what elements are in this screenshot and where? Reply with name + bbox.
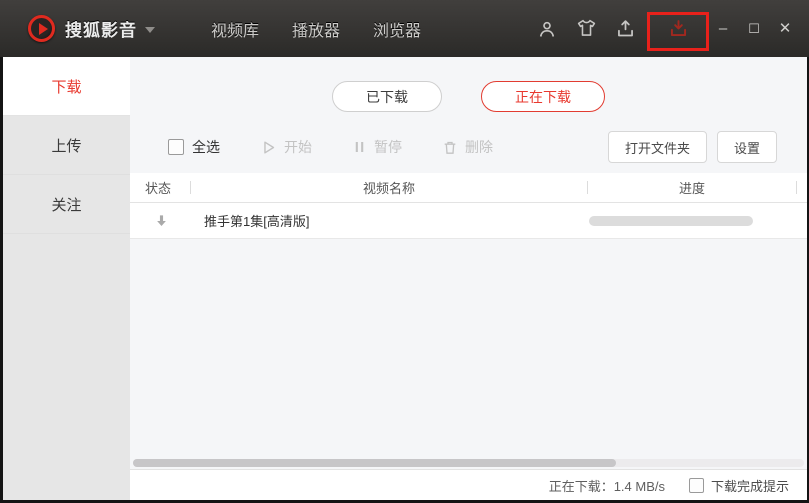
titlebar-icons (536, 18, 703, 40)
notify-group[interactable]: 下载完成提示 (688, 476, 789, 495)
notify-checkbox[interactable] (688, 477, 704, 493)
trash-icon (444, 141, 456, 154)
app-window: 搜狐影音 视频库 播放器 浏览器 – ☐ ✕ 下载 上传 关注 已下载 正在下载… (0, 0, 809, 503)
column-header-name: 视频名称 (362, 181, 415, 196)
column-header-status: 状态 (145, 181, 172, 196)
tab-downloaded[interactable]: 已下载 (332, 81, 442, 112)
sidebar-item-download[interactable]: 下载 (3, 57, 130, 116)
open-folder-button[interactable]: 打开文件夹 (607, 131, 707, 163)
titlebar: 搜狐影音 视频库 播放器 浏览器 – ☐ ✕ (0, 0, 809, 57)
download-manager-icon[interactable] (667, 18, 689, 40)
download-row[interactable]: 推手第1集[高清版] (130, 203, 807, 239)
user-icon[interactable] (536, 18, 558, 40)
pause-button[interactable]: 暂停 (352, 137, 402, 157)
horizontal-scrollbar (130, 457, 807, 469)
table-header: 状态 视频名称 进度 (130, 173, 807, 203)
statusbar: 正在下载：1.4 MB/s 下载完成提示 (130, 469, 807, 500)
app-body: 下载 上传 关注 已下载 正在下载 全选 开始 暂停 删除 打开文件夹 设置 状… (0, 57, 809, 503)
sidebar: 下载 上传 关注 (3, 57, 130, 500)
nav-player[interactable]: 播放器 (292, 17, 340, 41)
settings-button[interactable]: 设置 (716, 131, 777, 163)
tab-downloading[interactable]: 正在下载 (481, 81, 605, 112)
sidebar-item-follow[interactable]: 关注 (3, 175, 130, 234)
empty-list-area (130, 239, 807, 457)
row-video-name: 推手第1集[高清版] (204, 214, 310, 229)
skin-shirt-icon[interactable] (575, 18, 597, 40)
select-all-checkbox[interactable] (168, 139, 184, 155)
nav-browser[interactable]: 浏览器 (373, 17, 421, 41)
nav-video-library[interactable]: 视频库 (211, 17, 259, 41)
notify-label: 下载完成提示 (710, 478, 789, 494)
minimize-button[interactable]: – (715, 21, 731, 36)
column-header-progress: 进度 (678, 181, 705, 196)
start-label: 开始 (284, 139, 312, 155)
row-progress-cell (589, 215, 807, 226)
download-speed-text: 正在下载：1.4 MB/s (548, 478, 665, 494)
downloading-arrow-icon (157, 214, 166, 226)
scrollbar-thumb[interactable] (133, 459, 617, 467)
delete-label: 删除 (465, 139, 493, 155)
chevron-down-icon[interactable] (145, 27, 155, 33)
maximize-button[interactable]: ☐ (746, 22, 762, 35)
play-icon (264, 140, 275, 154)
sidebar-item-upload[interactable]: 上传 (3, 116, 130, 175)
row-status-cell (130, 213, 191, 229)
pause-label: 暂停 (374, 139, 402, 155)
progress-bar (589, 215, 753, 226)
delete-button[interactable]: 删除 (442, 137, 493, 157)
app-title: 搜狐影音 (65, 21, 137, 40)
toolbar-right: 打开文件夹 设置 (607, 131, 777, 163)
start-button[interactable]: 开始 (260, 137, 312, 157)
upload-icon[interactable] (614, 18, 636, 40)
download-tabs: 已下载 正在下载 (130, 81, 807, 112)
select-all-label: 全选 (192, 139, 220, 155)
content-area: 已下载 正在下载 全选 开始 暂停 删除 打开文件夹 设置 状态 视频名称 进度… (130, 57, 807, 500)
close-button[interactable]: ✕ (777, 21, 793, 36)
window-controls: – ☐ ✕ (715, 21, 809, 36)
toolbar: 全选 开始 暂停 删除 打开文件夹 设置 (130, 131, 807, 163)
scrollbar-track[interactable] (133, 459, 804, 467)
main-nav: 视频库 播放器 浏览器 (211, 17, 421, 41)
select-all-group[interactable]: 全选 (168, 137, 220, 157)
pause-icon (355, 142, 364, 152)
column-separator (796, 181, 797, 194)
app-logo-icon (28, 15, 55, 42)
